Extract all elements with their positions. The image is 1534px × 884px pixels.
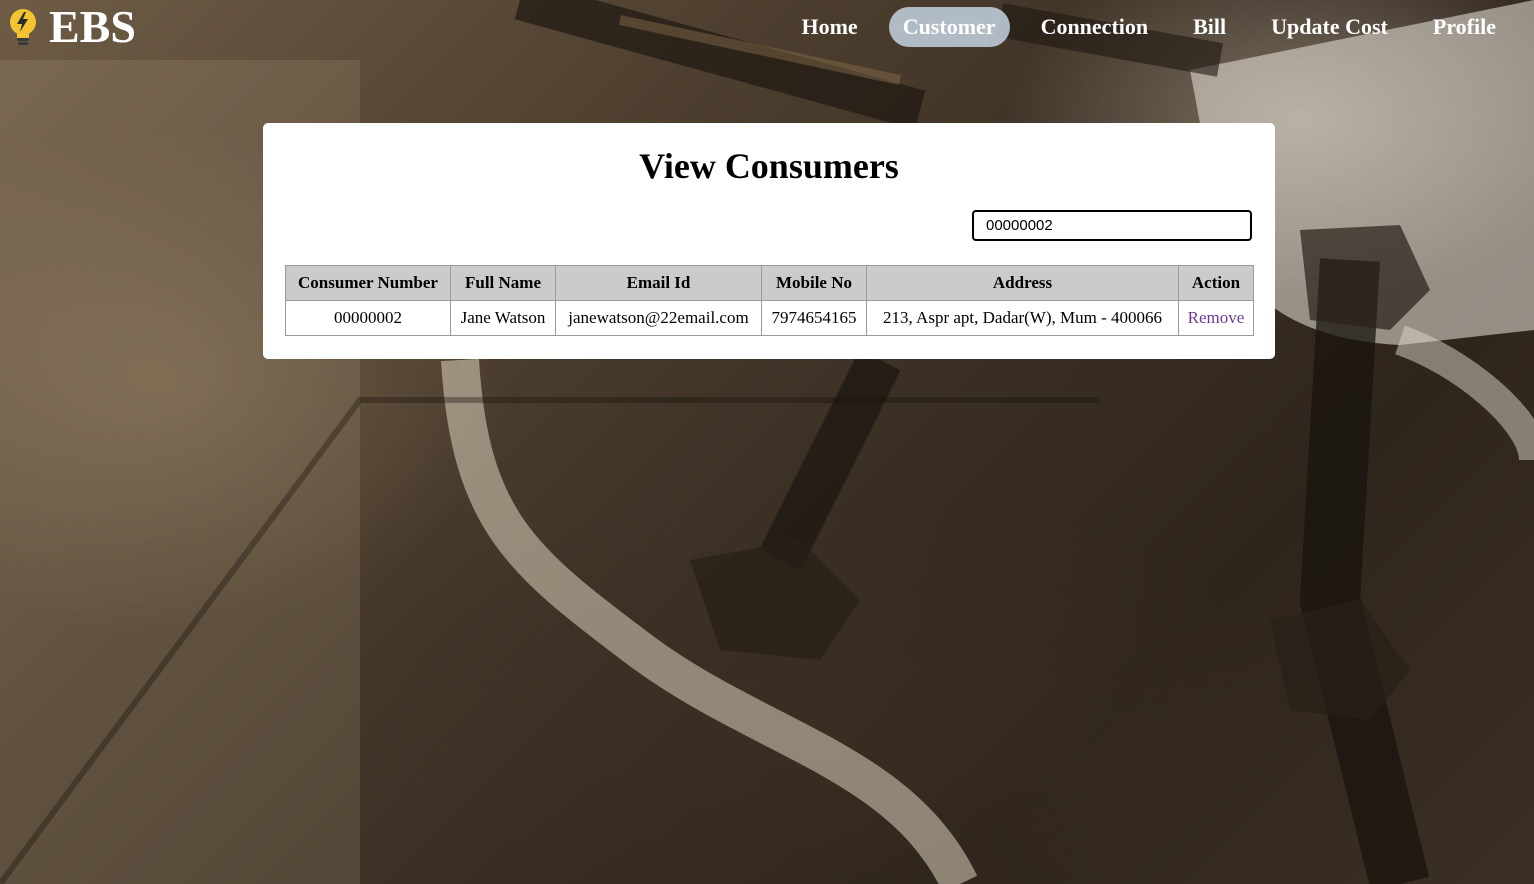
cell-full-name: Jane Watson (450, 300, 556, 336)
column-header-action: Action (1178, 265, 1254, 301)
nav-profile[interactable]: Profile (1419, 7, 1510, 47)
cell-consumer-number: 00000002 (285, 300, 451, 336)
consumers-table: Consumer Number Full Name Email Id Mobil… (285, 265, 1254, 336)
view-consumers-panel: View Consumers Consumer Number Full Name… (263, 123, 1275, 359)
nav-bill[interactable]: Bill (1179, 7, 1240, 47)
column-header-mobile: Mobile No (761, 265, 867, 301)
nav-links: Home Customer Connection Bill Update Cos… (770, 7, 1510, 47)
cell-address: 213, Aspr apt, Dadar(W), Mum - 400066 (866, 300, 1179, 336)
table-header-row: Consumer Number Full Name Email Id Mobil… (285, 265, 1254, 301)
nav-customer[interactable]: Customer (888, 7, 1010, 47)
cell-mobile: 7974654165 (761, 300, 867, 336)
brand[interactable]: EBS (6, 2, 136, 52)
column-header-email: Email Id (555, 265, 762, 301)
top-navbar: EBS Home Customer Connection Bill Update… (0, 0, 1534, 54)
nav-home[interactable]: Home (787, 7, 871, 47)
search-input[interactable] (972, 210, 1252, 241)
nav-update-cost[interactable]: Update Cost (1257, 7, 1402, 47)
column-header-address: Address (866, 265, 1179, 301)
column-header-consumer-number: Consumer Number (285, 265, 451, 301)
cell-email: janewatson@22email.com (555, 300, 762, 336)
page-title: View Consumers (639, 146, 899, 186)
brand-name: EBS (49, 1, 136, 52)
remove-link[interactable]: Remove (1188, 308, 1245, 327)
table-row: 00000002 Jane Watson janewatson@22email.… (285, 300, 1254, 336)
cell-action: Remove (1178, 300, 1254, 336)
lightbulb-icon (6, 7, 40, 47)
column-header-full-name: Full Name (450, 265, 556, 301)
nav-connection[interactable]: Connection (1027, 7, 1163, 47)
